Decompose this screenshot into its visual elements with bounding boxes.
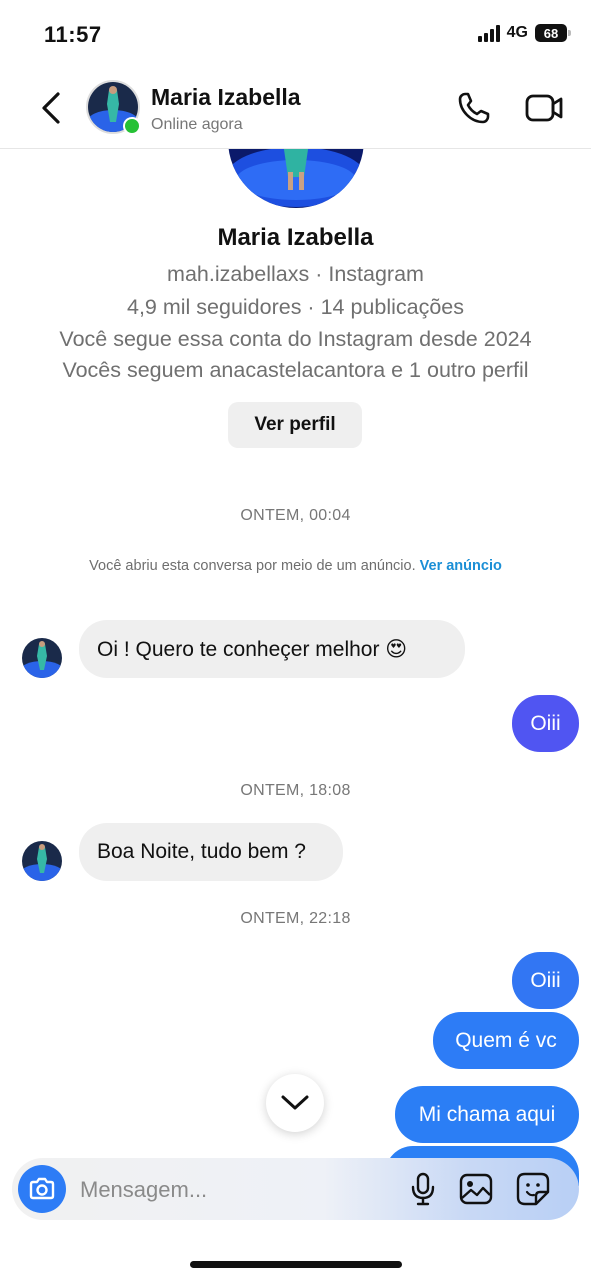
timestamp: ONTEM, 18:08 [240, 782, 351, 799]
message-outgoing[interactable]: Oiii [512, 695, 579, 752]
microphone-button[interactable] [404, 1170, 442, 1208]
camera-button[interactable] [18, 1165, 66, 1213]
home-indicator [190, 1261, 402, 1268]
chevron-down-icon [281, 1095, 309, 1110]
timestamp: ONTEM, 22:18 [240, 910, 351, 927]
profile-follow-since: Você segue essa conta do Instagram desde… [59, 327, 532, 351]
message-incoming[interactable]: Oi ! Quero te conheçer melhor 😍 [79, 620, 465, 678]
status-bar: 11:57 4G 68 [0, 0, 591, 70]
phone-icon[interactable] [456, 90, 492, 126]
view-profile-button[interactable]: Ver perfil [228, 402, 362, 448]
status-time: 11:57 [44, 22, 102, 47]
message-incoming[interactable]: Boa Noite, tudo bem ? [79, 823, 343, 881]
ad-notice-text: Você abriu esta conversa por meio de um … [89, 558, 416, 574]
signal-icon [477, 24, 500, 42]
profile-handle: mah.izabellaxs · Instagram [167, 262, 424, 286]
scroll-to-bottom-button[interactable] [266, 1074, 324, 1132]
timestamp: ONTEM, 00:04 [240, 507, 351, 524]
profile-mutual: Vocês seguem anacastelacantora e 1 outro… [62, 358, 529, 382]
sender-avatar[interactable] [22, 638, 62, 678]
network-type: 4G [506, 24, 528, 41]
microphone-icon [411, 1172, 435, 1206]
sender-avatar[interactable] [22, 841, 62, 881]
view-ad-link[interactable]: Ver anúncio [420, 558, 502, 574]
status-indicators: 4G 68 [477, 24, 571, 42]
message-composer [12, 1158, 579, 1220]
image-icon [459, 1173, 493, 1205]
message-outgoing[interactable]: Mi chama aqui [395, 1086, 579, 1143]
sticker-button[interactable] [514, 1170, 552, 1208]
sticker-icon [516, 1172, 550, 1206]
video-icon[interactable] [524, 90, 564, 126]
message-input[interactable] [78, 1172, 382, 1208]
message-outgoing[interactable]: Quem é vc [433, 1012, 579, 1069]
header-name[interactable]: Maria Izabella [151, 84, 301, 111]
profile-name: Maria Izabella [217, 224, 374, 251]
battery-level: 68 [543, 25, 559, 41]
gallery-button[interactable] [457, 1170, 495, 1208]
profile-stats: 4,9 mil seguidores · 14 publicações [126, 295, 465, 319]
ad-notice: Você abriu esta conversa por meio de um … [80, 557, 511, 576]
online-indicator [123, 117, 141, 135]
message-outgoing[interactable]: Oiii [512, 952, 579, 1009]
header-status: Online agora [151, 116, 243, 133]
back-chevron-icon[interactable] [34, 88, 68, 128]
camera-icon [29, 1177, 55, 1200]
battery-icon: 68 [535, 24, 571, 42]
chat-header: Maria Izabella Online agora [0, 70, 591, 149]
